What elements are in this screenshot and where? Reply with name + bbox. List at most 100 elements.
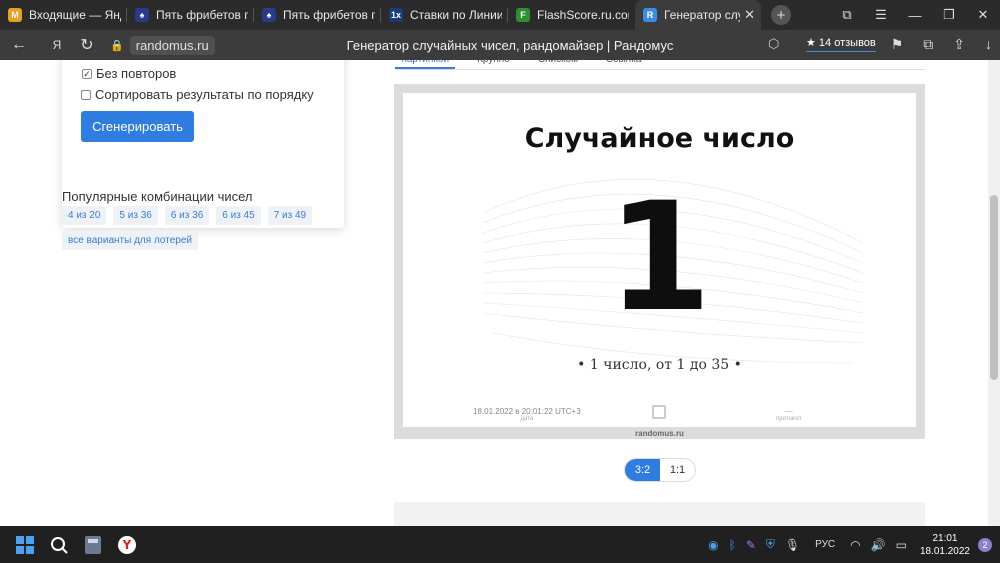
bookmarks-icon[interactable]: ⧉ [830, 7, 864, 23]
checkbox-unchecked[interactable] [81, 89, 91, 100]
bet-icon: ♠ [135, 8, 149, 22]
bookmark-icon[interactable]: ⚑ [891, 36, 904, 53]
lock-icon: 🔒 [110, 39, 124, 52]
download-icon[interactable]: ↓ [985, 36, 992, 53]
generate-button[interactable]: Сгенерировать [81, 111, 194, 142]
bet-icon: ♠ [262, 8, 276, 22]
chip-5-of-36[interactable]: 5 из 36 [113, 206, 158, 225]
browser-tab-strip: M Входящие — Яндекс ♠ Пять фрибетов по 2… [0, 0, 1000, 30]
tab-title: Пять фрибетов по 2 [283, 8, 375, 22]
randomus-icon: R [643, 8, 657, 22]
yandex-browser-icon[interactable]: Y [110, 526, 144, 563]
windows-taskbar: Y ◉ ᛒ ✎ ⛨ 🎙 РУС ◠ 🔊 ▭ 21:01 18.01.2022 2 [0, 526, 1000, 563]
page-content: ✓ Без повторов Сортировать результаты по… [0, 60, 988, 526]
notification-badge[interactable]: 2 [978, 537, 992, 552]
no-repeat-checkbox[interactable]: ✓ Без повторов [82, 66, 176, 81]
result-date-value: 18.01.2022 в 20:01:22 UTC+3 [473, 407, 581, 416]
toolbar-right: ⚑ ⧉ ⇪ ↓ [891, 36, 992, 53]
address-bar: ← Я ↻ 🔒 randomus.ru Генератор случайных … [0, 30, 1000, 60]
bluetooth-icon[interactable]: ᛒ [729, 538, 736, 552]
page-scrollbar[interactable] [988, 60, 1000, 526]
sort-results-checkbox[interactable]: Сортировать результаты по порядку [81, 87, 314, 102]
minimize-icon[interactable]: — [898, 8, 932, 23]
clock[interactable]: 21:01 18.01.2022 [920, 532, 970, 558]
back-icon[interactable]: ← [4, 36, 34, 54]
maximize-icon[interactable]: ❐ [932, 7, 966, 23]
tab-inbox[interactable]: M Входящие — Яндекс [0, 0, 127, 30]
result-title: Случайное число [524, 123, 795, 154]
tab-link[interactable]: Ссылка [600, 60, 647, 69]
reload-icon[interactable]: ↻ [72, 35, 102, 55]
clock-time: 21:01 [932, 532, 958, 544]
page-title: Генератор случайных чисел, рандомайзер |… [346, 38, 674, 53]
battery-icon[interactable]: ▭ [896, 538, 907, 552]
popular-chips: 4 из 20 5 из 36 6 из 36 6 из 45 7 из 49 … [62, 206, 322, 250]
result-number: 1 [607, 171, 712, 345]
tab-large[interactable]: Крупно [471, 60, 516, 69]
collections-icon[interactable]: ⧉ [923, 36, 933, 53]
volume-icon[interactable]: 🔊 [871, 538, 886, 552]
tab-freebets-2[interactable]: ♠ Пять фрибетов по 2 [254, 0, 381, 30]
tab-flashscore[interactable]: F FlashScore.ru.com - [508, 0, 635, 30]
chip-all-lottery[interactable]: все варианты для лотерей [62, 231, 198, 250]
result-protocol-label: протокол [776, 416, 802, 422]
tab-title: Генератор случай [664, 8, 740, 22]
share-icon[interactable]: ⇪ [953, 36, 965, 53]
reviews-link[interactable]: ★ 14 отзывов [806, 36, 876, 52]
pen-icon[interactable]: ✎ [746, 538, 756, 552]
telegram-icon[interactable]: ◉ [708, 538, 718, 552]
checkbox-checked[interactable]: ✓ [82, 68, 92, 79]
result-date-label: дата [520, 416, 534, 422]
url-domain[interactable]: randomus.ru [129, 35, 215, 55]
result-frame: Случайное число 1 • 1 число, от 1 до 35 … [394, 84, 925, 439]
1x-icon: 1x [389, 8, 403, 22]
chip-6-of-45[interactable]: 6 из 45 [216, 206, 261, 225]
extensions-icon[interactable]: ⬡ [768, 36, 779, 52]
result-protocol-value: — [784, 407, 793, 416]
wifi-icon[interactable]: ◠ [850, 538, 860, 552]
clock-date: 18.01.2022 [919, 545, 970, 557]
ratio-1-1[interactable]: 1:1 [660, 459, 695, 481]
tab-title: FlashScore.ru.com - [537, 8, 629, 22]
system-tray: ◉ ᛒ ✎ ⛨ 🎙 РУС ◠ 🔊 ▭ 21:01 18.01.2022 2 [703, 526, 1000, 563]
tab-line-bets[interactable]: 1x Ставки по Линии - [381, 0, 508, 30]
scrollbar-thumb[interactable] [990, 195, 998, 380]
tab-picture[interactable]: Картинкой [395, 60, 456, 69]
tab-randomus[interactable]: R Генератор случай ✕ [635, 0, 761, 30]
result-subtitle: • 1 число, от 1 до 35 • [577, 357, 742, 373]
tab-title: Пять фрибетов по 2 [156, 8, 248, 22]
mail-icon: M [8, 8, 22, 22]
close-tab-icon[interactable]: ✕ [744, 7, 755, 23]
popular-title: Популярные комбинации чисел [62, 189, 253, 204]
sort-results-label: Сортировать результаты по порядку [95, 87, 314, 102]
chip-4-of-20[interactable]: 4 из 20 [62, 206, 107, 225]
tab-freebets-1[interactable]: ♠ Пять фрибетов по 2 [127, 0, 254, 30]
no-repeat-label: Без повторов [96, 66, 177, 81]
language-indicator[interactable]: РУС [815, 539, 835, 550]
result-image: Случайное число 1 • 1 число, от 1 до 35 … [403, 93, 916, 427]
tab-list[interactable]: Списком [532, 60, 584, 69]
search-icon[interactable] [42, 526, 76, 563]
windows-start-icon[interactable] [8, 526, 42, 563]
window-controls: ⧉ ☰ — ❐ ✕ [830, 0, 1000, 30]
yandex-icon[interactable]: Я [42, 38, 72, 52]
result-protocol: — протокол [776, 407, 801, 422]
flashscore-icon: F [516, 8, 530, 22]
copy-icon [652, 405, 666, 419]
tab-title: Входящие — Яндекс [29, 8, 121, 22]
calculator-icon[interactable] [76, 526, 110, 563]
ratio-3-2[interactable]: 3:2 [625, 459, 660, 481]
shield-icon[interactable]: ⛨ [766, 537, 775, 552]
site-footer: randomus.ru [635, 429, 684, 438]
close-window-icon[interactable]: ✕ [966, 7, 1000, 23]
tab-title: Ставки по Линии - [410, 8, 502, 22]
menu-icon[interactable]: ☰ [864, 7, 898, 23]
ratio-switch: 3:2 1:1 [624, 458, 696, 482]
new-tab-button[interactable]: + [771, 5, 791, 25]
chip-7-of-49[interactable]: 7 из 49 [267, 206, 313, 225]
view-tabs: Картинкой Крупно Списком Ссылка [395, 60, 925, 70]
chip-6-of-36[interactable]: 6 из 36 [164, 206, 210, 225]
microphone-icon[interactable]: 🎙 [785, 538, 800, 552]
svg-text:Y: Y [122, 538, 132, 552]
next-section [394, 502, 925, 526]
